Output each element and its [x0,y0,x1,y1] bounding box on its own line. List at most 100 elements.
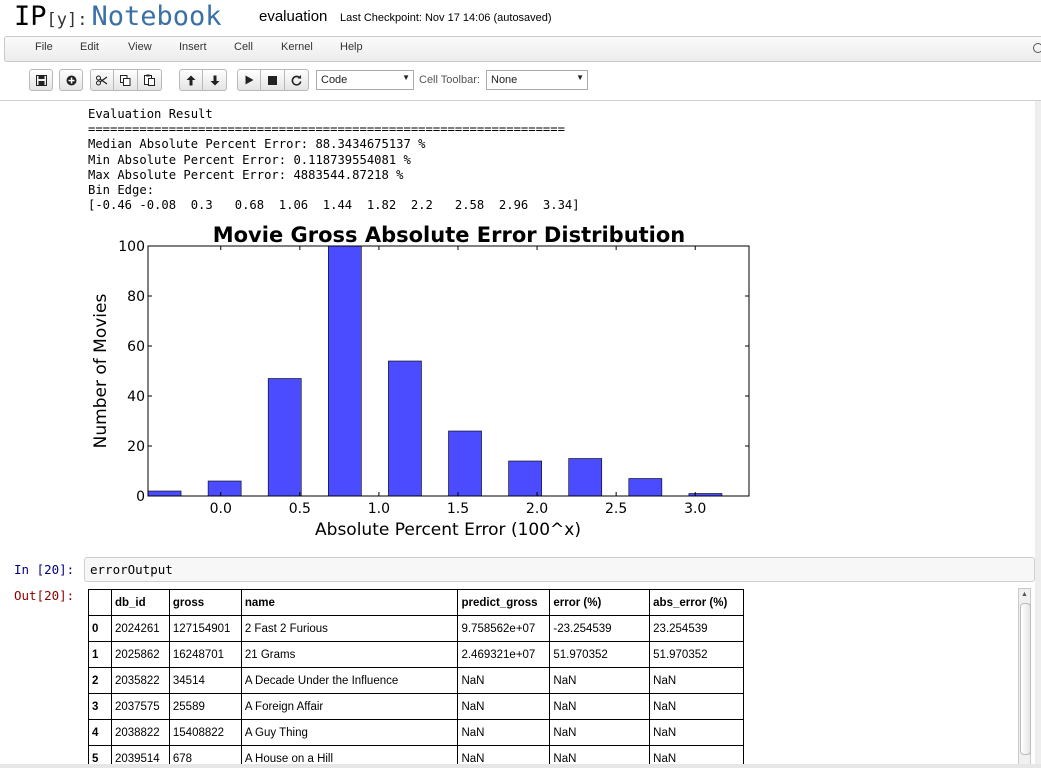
histogram-bar [328,245,362,497]
cell-db-id: 2025862 [110,641,170,668]
menu-cell[interactable]: Cell [234,41,253,53]
row-index: 4 [88,719,112,746]
dataframe-output: db_id gross name predict_gross error (%)… [88,589,744,767]
dropdown-arrow-icon: ▼ [576,73,584,82]
column-header-db-id: db_id [110,589,170,616]
menubar: File Edit View Insert Cell Kernel Help [4,36,1041,62]
cell-abs-error: 51.970352 [649,641,744,668]
cell-predict-gross: NaN [457,719,551,746]
table-row: 1 2025862 16248701 21 Grams 2.469321e+07… [88,641,744,668]
histogram-bar [147,490,182,497]
y-tick-label: 60 [127,339,145,355]
cell-name: 21 Grams [240,641,459,668]
logo-notebook: Notebook [91,1,222,32]
cell-type-value: Code [321,74,348,86]
scrollbar-thumb[interactable] [1020,603,1031,755]
x-tick-label: 0.0 [210,501,232,517]
menu-file[interactable]: File [35,41,53,53]
output-scrollbar[interactable]: ▲ [1018,588,1031,768]
cell-abs-error: 23.254539 [649,615,744,642]
copy-button[interactable] [114,69,138,91]
row-index: 2 [88,667,112,694]
cut-button[interactable] [90,69,114,91]
column-header-index [88,589,112,616]
cell-db-id: 2024261 [110,615,170,642]
x-tick-label: 2.0 [526,501,548,517]
page-scrollbar-track[interactable] [1035,101,1041,768]
bottom-edge [0,764,1041,768]
paste-button[interactable] [138,69,162,91]
y-tick-label: 0 [136,489,145,505]
refresh-icon [291,74,302,86]
cell-toolbar-select[interactable]: None ▼ [486,70,588,90]
table-row: 2 2035822 34514 A Decade Under the Influ… [88,667,744,694]
toolbar-group-run [237,69,309,91]
cell-gross: 25589 [168,693,242,720]
kernel-status-icon [1033,43,1041,53]
cell-error: 51.970352 [549,641,651,668]
output-prompt: Out[20]: [14,588,75,603]
histogram-bar [508,460,542,497]
interrupt-button[interactable] [261,69,285,91]
output-line: [-0.46 -0.08 0.3 0.68 1.06 1.44 1.82 2.2… [88,198,580,213]
cell-gross: 34514 [168,667,242,694]
paste-icon [144,74,155,86]
ipython-logo[interactable]: IP[y]: Notebook [14,0,222,34]
output-line: Min Absolute Percent Error: 0.1187395540… [88,152,411,167]
cell-error: NaN [549,719,651,746]
x-tick-label: 0.5 [289,501,311,517]
restart-button[interactable] [285,69,309,91]
cell-db-id: 2035822 [110,667,170,694]
toolbar-group-move [179,69,227,91]
cell-name: A Decade Under the Influence [240,667,459,694]
toolbar-group-save [29,69,53,91]
move-down-button[interactable] [203,69,227,91]
table-header-row: db_id gross name predict_gross error (%)… [88,589,744,616]
column-header-error: error (%) [549,589,651,616]
cell-predict-gross: 2.469321e+07 [457,641,551,668]
cell-gross: 127154901 [168,615,242,642]
notebook-name[interactable]: evaluation [259,8,327,25]
insert-cell-button[interactable] [59,69,83,91]
table-row: 0 2024261 127154901 2 Fast 2 Furious 9.7… [88,615,744,642]
scroll-up-icon[interactable]: ▲ [1021,591,1028,598]
run-button[interactable] [237,69,261,91]
output-stream: Evaluation Result ======================… [88,107,580,213]
cell-abs-error: NaN [649,719,744,746]
menu-insert[interactable]: Insert [179,41,207,53]
y-tick-label: 20 [127,439,145,455]
menu-help[interactable]: Help [340,41,363,53]
menu-view[interactable]: View [128,41,152,53]
cell-toolbar-value: None [491,74,518,86]
output-line: Evaluation Result [88,107,213,121]
code-input[interactable]: errorOutput [84,557,1035,582]
cell-db-id: 2037575 [110,693,170,720]
cell-predict-gross: 9.758562e+07 [457,615,551,642]
histogram-bar [267,378,302,497]
toolbar-group-insert [59,69,83,91]
output-line: Bin Edge: [88,183,155,198]
y-tick-label: 40 [127,389,145,405]
output-line: Median Absolute Percent Error: 88.343467… [88,137,426,152]
move-up-button[interactable] [179,69,203,91]
x-axis-label: Absolute Percent Error (100^x) [315,520,581,540]
y-axis-label: Number of Movies [91,294,111,449]
column-header-name: name [240,589,459,616]
menu-kernel[interactable]: Kernel [281,41,313,53]
save-button[interactable] [29,69,53,91]
cell-abs-error: NaN [649,693,744,720]
cell-db-id: 2038822 [110,719,170,746]
histogram-bar [207,480,242,497]
menu-edit[interactable]: Edit [80,41,99,53]
cell-abs-error: NaN [649,667,744,694]
x-tick-label: 1.5 [447,501,469,517]
stop-icon [268,75,277,85]
row-index: 0 [88,615,112,642]
cell-error: NaN [549,667,651,694]
row-index: 3 [88,693,112,720]
y-tick-label: 80 [127,289,145,305]
cell-type-select[interactable]: Code ▼ [316,70,414,90]
cell-predict-gross: NaN [457,667,551,694]
column-header-abs-error: abs_error (%) [649,589,744,616]
cell-gross: 15408822 [168,719,242,746]
